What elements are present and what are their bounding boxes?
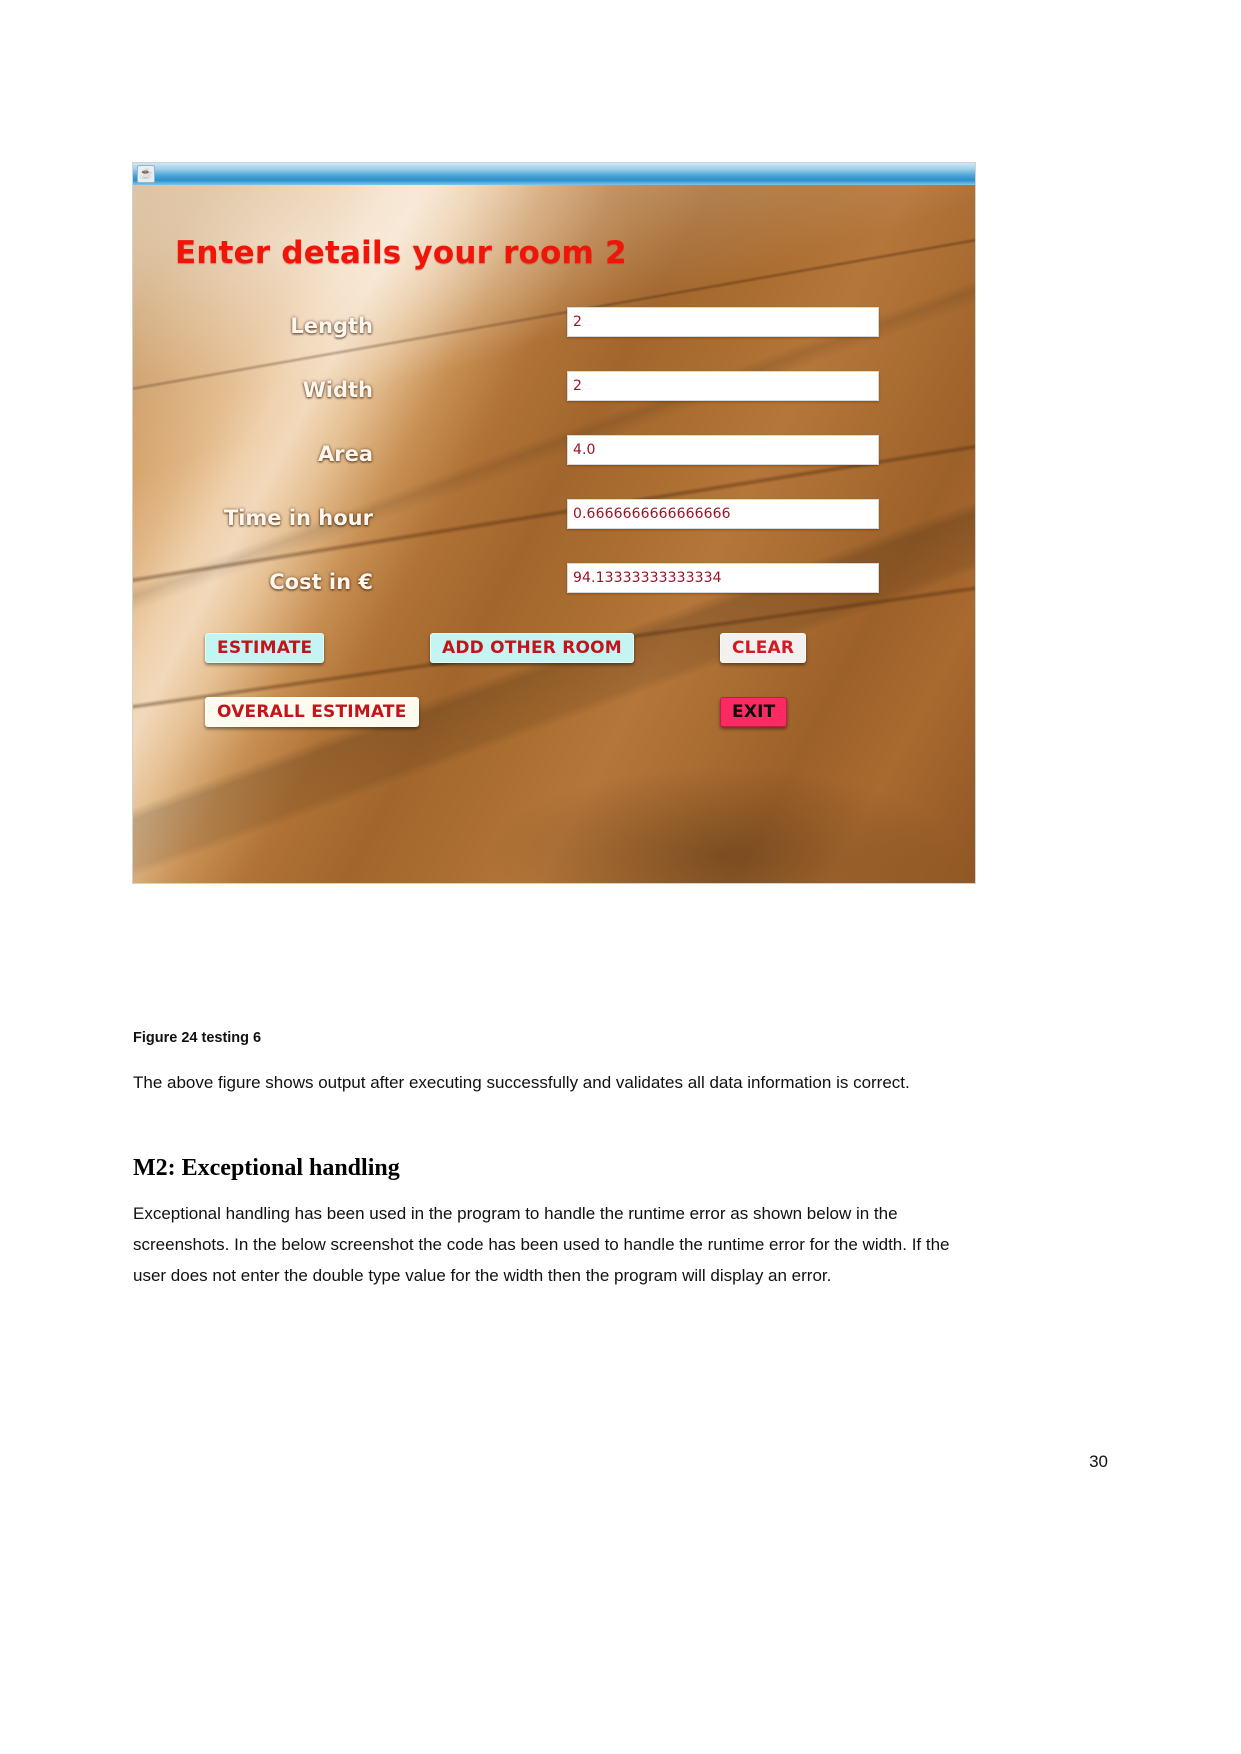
label-width: Width <box>302 378 373 402</box>
label-length: Length <box>290 314 373 338</box>
input-width[interactable]: 2 <box>567 371 879 401</box>
form-row-cost: Cost in € 94.13333333333334 <box>133 561 975 625</box>
input-length-value: 2 <box>573 314 583 330</box>
section-heading: M2: Exceptional handling <box>133 1155 400 1181</box>
add-other-room-button[interactable]: ADD OTHER ROOM <box>430 633 634 663</box>
app-content: Enter details your room 2 Length 2 Width… <box>133 185 975 883</box>
label-cost-in-euro: Cost in € <box>269 570 373 594</box>
input-width-value: 2 <box>573 378 583 394</box>
overall-estimate-button[interactable]: OVERALL ESTIMATE <box>205 697 419 727</box>
room-details-form: Length 2 Width 2 Area 4.0 Time in hour 0… <box>133 305 975 625</box>
paragraph-one: The above figure shows output after exec… <box>133 1073 910 1092</box>
input-time-in-hour[interactable]: 0.6666666666666666 <box>567 499 879 529</box>
window-titlebar: ☕ <box>133 163 975 186</box>
label-time-in-hour: Time in hour <box>223 506 373 530</box>
form-row-area: Area 4.0 <box>133 433 975 497</box>
label-area: Area <box>317 442 373 466</box>
figure-caption: Figure 24 testing 6 <box>133 1030 262 1046</box>
exit-button[interactable]: EXIT <box>720 697 788 727</box>
document-page: ☕ Enter details your room 2 Length 2 Wid… <box>0 0 1241 1754</box>
input-area-value: 4.0 <box>573 442 596 458</box>
input-time-in-hour-value: 0.6666666666666666 <box>573 506 731 522</box>
clear-button[interactable]: CLEAR <box>720 633 807 663</box>
input-length[interactable]: 2 <box>567 307 879 337</box>
input-cost-in-euro-value: 94.13333333333334 <box>573 570 722 586</box>
input-cost-in-euro[interactable]: 94.13333333333334 <box>567 563 879 593</box>
estimate-button[interactable]: ESTIMATE <box>205 633 325 663</box>
page-number: 30 <box>1089 1452 1108 1471</box>
java-coffee-cup-icon: ☕ <box>137 165 155 183</box>
paragraph-two: Exceptional handling has been used in th… <box>133 1204 950 1285</box>
figure-screenshot: ☕ Enter details your room 2 Length 2 Wid… <box>133 163 975 883</box>
input-area[interactable]: 4.0 <box>567 435 879 465</box>
form-row-time: Time in hour 0.6666666666666666 <box>133 497 975 561</box>
app-heading: Enter details your room 2 <box>175 235 627 271</box>
form-row-length: Length 2 <box>133 305 975 369</box>
form-row-width: Width 2 <box>133 369 975 433</box>
